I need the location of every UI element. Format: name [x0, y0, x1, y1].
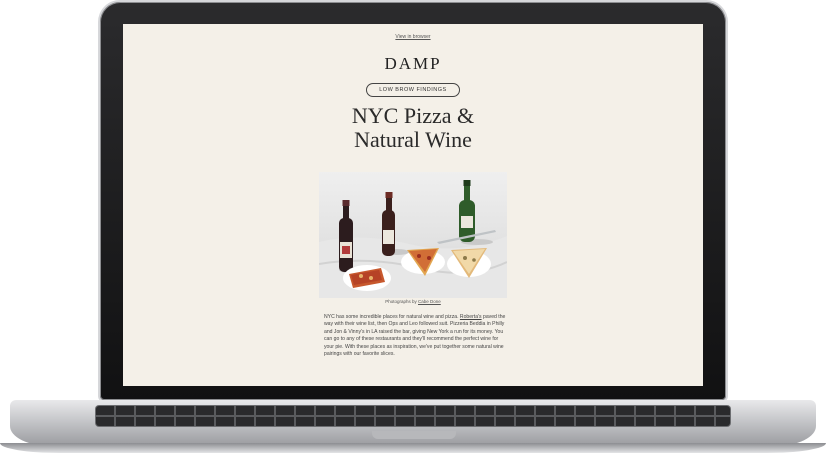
article-body: NYC has some incredible places for natur…	[324, 314, 506, 358]
laptop-notch	[372, 431, 456, 439]
body-text-part1: NYC has some incredible places for natur…	[324, 314, 459, 320]
headline-line-2: Natural Wine	[354, 127, 472, 152]
headline-line-1: NYC Pizza &	[351, 103, 475, 128]
brand-logo[interactable]: DAMP	[123, 54, 703, 74]
hero-photo	[319, 172, 507, 298]
caption-prefix: Photographs by	[385, 299, 417, 304]
view-in-browser-link[interactable]: View in browser	[123, 34, 703, 40]
wine-bottle-2	[382, 192, 395, 256]
body-text-part2: paved the way with their wine list, then…	[324, 314, 506, 358]
category-tag[interactable]: LOW BROW FINDINGS	[366, 83, 460, 97]
laptop-screen: View in browser DAMP LOW BROW FINDINGS N…	[123, 24, 703, 386]
headline: NYC Pizza & Natural Wine	[123, 104, 703, 152]
pizza-tray	[343, 265, 391, 291]
photographer-link[interactable]: Cabe Done	[418, 299, 441, 304]
laptop-keyboard	[96, 406, 730, 426]
photo-caption: Photographs by Cabe Done	[123, 299, 703, 304]
robertas-link[interactable]: Roberta's	[460, 314, 482, 320]
laptop-base-edge	[0, 443, 826, 453]
wine-bottle-3	[459, 180, 475, 242]
pizza-wine-photo	[319, 180, 507, 298]
wine-bottle-1	[339, 200, 353, 272]
